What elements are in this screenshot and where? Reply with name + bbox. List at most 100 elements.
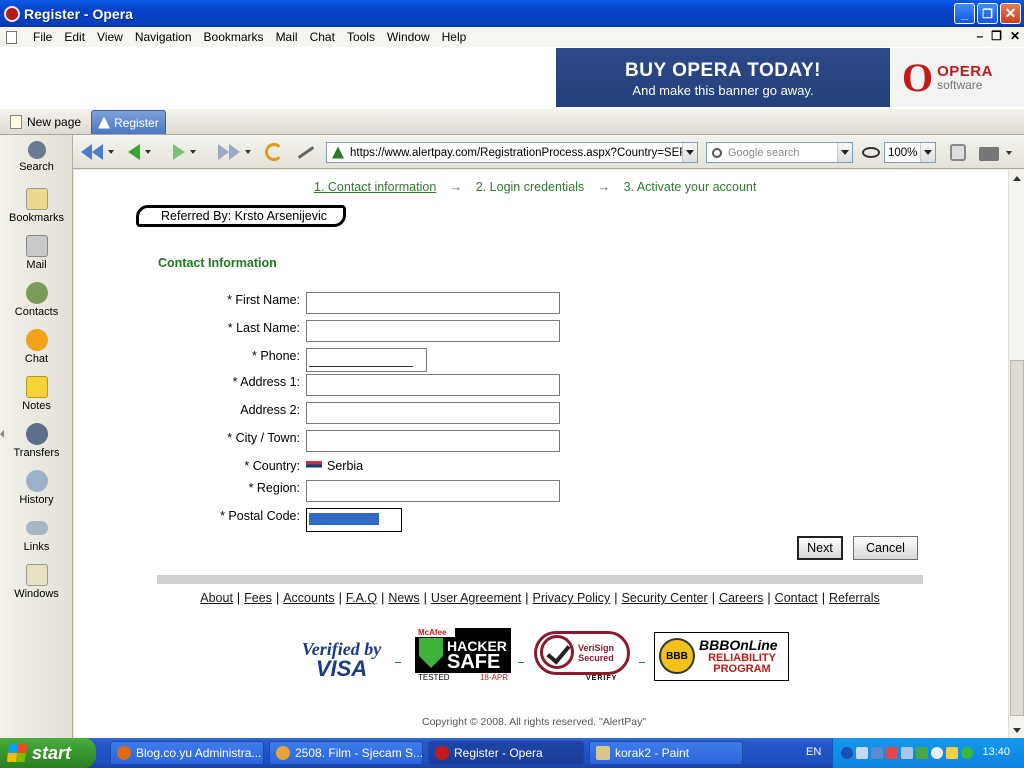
menu-edit[interactable]: Edit [58, 30, 91, 44]
phone-input[interactable] [306, 348, 427, 372]
footer-link-security-center[interactable]: Security Center [622, 591, 708, 605]
shield-icon [419, 638, 443, 668]
mdi-minimize-button[interactable]: – [976, 29, 983, 43]
address-dropdown-icon[interactable] [682, 143, 697, 162]
back-button[interactable] [128, 142, 151, 162]
bbb-online-badge[interactable]: BBB BBBOnLine RELIABILITY PROGRAM [654, 632, 789, 681]
vertical-scrollbar[interactable] [1008, 170, 1024, 738]
taskbar-item-opera[interactable]: Register - Opera [428, 741, 584, 765]
city-input[interactable] [306, 430, 560, 452]
search-field[interactable]: Google search [706, 142, 853, 163]
menu-help[interactable]: Help [436, 30, 473, 44]
minimize-button[interactable]: _ [954, 3, 975, 24]
footer-link-about[interactable]: About [200, 591, 233, 605]
menu-tools[interactable]: Tools [341, 30, 381, 44]
address2-input[interactable] [306, 402, 560, 424]
menu-bookmarks[interactable]: Bookmarks [198, 30, 270, 44]
step-contact-information[interactable]: 1. Contact information [314, 180, 436, 194]
fast-forward-button[interactable] [218, 142, 251, 162]
footer-link-accounts[interactable]: Accounts [283, 591, 334, 605]
panel-item-search[interactable]: Search [0, 141, 73, 173]
camera-dropdown-icon[interactable] [1006, 151, 1012, 155]
menu-chat[interactable]: Chat [304, 30, 341, 44]
menu-navigation[interactable]: Navigation [129, 30, 198, 44]
ad-banner[interactable]: BUY OPERA TODAY! And make this banner go… [556, 48, 890, 107]
taskbar-item-film[interactable]: 2508. Film - Sjecam S... [269, 741, 423, 765]
panel-item-notes[interactable]: Notes [0, 376, 73, 412]
panel-collapse-arrow-icon[interactable] [0, 430, 4, 438]
scroll-up-button[interactable] [1009, 170, 1024, 186]
region-input[interactable] [306, 480, 560, 502]
tray-update-icon[interactable] [946, 747, 958, 759]
tray-expand-icon[interactable] [841, 747, 853, 759]
lock-icon[interactable] [950, 144, 966, 161]
badge-link-dash[interactable] [639, 662, 645, 663]
badge-link-dash[interactable] [518, 662, 524, 663]
tray-status-icon[interactable] [961, 747, 973, 759]
taskbar-item-paint[interactable]: korak2 - Paint [589, 741, 743, 765]
panel-item-links[interactable]: Links [0, 517, 73, 553]
address1-input[interactable] [306, 374, 560, 396]
language-indicator[interactable]: EN [806, 746, 821, 758]
verified-by-visa-badge[interactable]: Verified by VISA [294, 640, 389, 680]
menu-window[interactable]: Window [381, 30, 436, 44]
maximize-button[interactable]: ❐ [977, 3, 998, 24]
footer-link-news[interactable]: News [388, 591, 419, 605]
search-dropdown-icon[interactable] [837, 143, 852, 162]
hacker-safe-badge[interactable]: McAfee HACKER SAFE TESTED 18-APR [415, 628, 511, 684]
camera-icon[interactable] [979, 147, 999, 161]
panel-sidebar: Search Bookmarks Mail Contacts Chat Note… [0, 135, 73, 738]
tray-security-icon[interactable] [886, 747, 898, 759]
footer-link-fees[interactable]: Fees [244, 591, 272, 605]
footer-link-user-agreement[interactable]: User Agreement [431, 591, 521, 605]
scroll-down-button[interactable] [1009, 722, 1024, 738]
menu-file[interactable]: File [27, 30, 58, 44]
reload-button[interactable] [265, 142, 283, 162]
zoom-control[interactable]: 100% [862, 142, 940, 163]
last-name-input[interactable] [306, 320, 560, 342]
zoom-dropdown-icon[interactable] [920, 143, 936, 162]
first-name-input[interactable] [306, 292, 560, 314]
tray-monitor-icon[interactable] [871, 747, 883, 759]
verisign-secured-badge[interactable]: VeriSign Secured VERIFY [534, 631, 632, 683]
forward-button[interactable] [173, 142, 196, 162]
close-button[interactable]: ✕ [1000, 3, 1021, 24]
site-security-icon [332, 146, 344, 159]
panel-item-mail[interactable]: Mail [0, 235, 73, 271]
new-page-button[interactable]: New page [4, 110, 87, 134]
site-icon [98, 116, 111, 129]
badge-link-dash[interactable] [395, 662, 401, 663]
footer-link-faq[interactable]: F.A.Q [346, 591, 377, 605]
mdi-restore-button[interactable]: ❐ [991, 29, 1002, 43]
footer-link-careers[interactable]: Careers [719, 591, 763, 605]
edit-site-button[interactable] [297, 142, 315, 162]
first-name-label: * First Name: [227, 293, 300, 307]
tray-chat-icon[interactable] [931, 747, 943, 759]
panel-item-windows[interactable]: Windows [0, 564, 73, 600]
tray-volume-icon[interactable] [901, 747, 913, 759]
panel-item-history[interactable]: History [0, 470, 73, 506]
panel-item-contacts[interactable]: Contacts [0, 282, 73, 318]
panel-item-chat[interactable]: Chat [0, 329, 73, 365]
panel-item-transfers[interactable]: Transfers [0, 423, 73, 459]
tray-network-icon[interactable] [856, 747, 868, 759]
footer-link-referrals[interactable]: Referrals [829, 591, 880, 605]
footer-link-privacy-policy[interactable]: Privacy Policy [533, 591, 611, 605]
panel-item-bookmarks[interactable]: Bookmarks [0, 188, 73, 224]
start-button[interactable]: start [0, 738, 96, 768]
cancel-button[interactable]: Cancel [853, 536, 918, 560]
zoom-field[interactable]: 100% [884, 142, 937, 163]
rewind-button[interactable] [81, 142, 114, 162]
menu-view[interactable]: View [91, 30, 129, 44]
mdi-close-button[interactable]: ✕ [1010, 29, 1020, 43]
taskbar-item-blog[interactable]: Blog.co.yu Administra... [110, 741, 264, 765]
window-title: Register - Opera [24, 5, 133, 22]
menu-mail[interactable]: Mail [270, 30, 304, 44]
postal-code-input[interactable] [306, 508, 402, 532]
address-field[interactable]: https://www.alertpay.com/RegistrationPro… [326, 142, 698, 163]
scroll-thumb[interactable] [1010, 360, 1024, 716]
tab-register[interactable]: Register [91, 110, 166, 134]
next-button[interactable]: Next [797, 536, 843, 560]
footer-link-contact[interactable]: Contact [775, 591, 818, 605]
tray-messenger-icon[interactable] [916, 747, 928, 759]
